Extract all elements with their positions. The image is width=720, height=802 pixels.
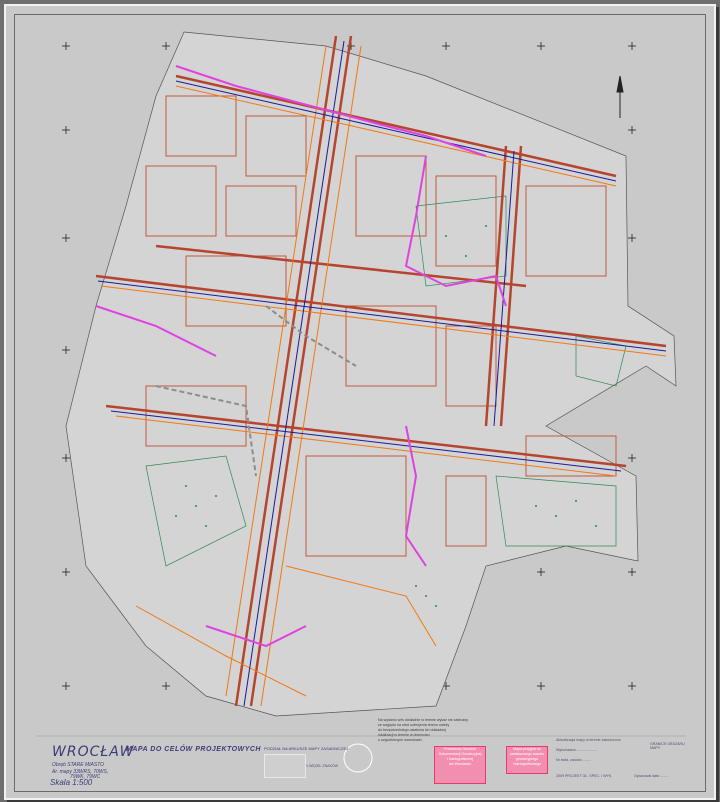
stamp-left-line: we Wrocławiu xyxy=(448,762,472,766)
resource-number: Nr ewid. zasobu ........ xyxy=(556,758,591,762)
title-block: WROCŁAW Obręb STARE MIASTO Ar. mapy 33WR… xyxy=(36,734,686,788)
map-area xyxy=(65,31,677,717)
index-label: PODZIAŁ NA ARKUSZE MAPY ZASADNICZEJ xyxy=(264,746,349,751)
index-grid-label: 1 WĘZEŁ ZNAKÓW xyxy=(306,764,339,768)
map-drawing xyxy=(36,31,686,773)
city-name: WROCŁAW xyxy=(52,744,135,760)
north-arrow-icon xyxy=(616,75,624,118)
project-line: 2009 PROJEKT GŁ. SPEC. / WYK. xyxy=(556,774,613,778)
contractor-line: Wykonawca: .................... xyxy=(556,748,598,752)
note-line: o uzgodnionych warunkach. xyxy=(378,738,423,742)
map-title: MAPA DO CELÓW PROJEKTOWYCH xyxy=(126,746,261,753)
prepared-by: Opracował data ........ xyxy=(634,774,669,778)
sheet-index-grid xyxy=(264,754,306,778)
stamp-left: Powiatowy Ośrodek Dokumentacji Geodezyjn… xyxy=(434,746,486,784)
survey-note: Aktualizacja mapy w terenie zakończono xyxy=(556,738,621,742)
scale-label: Skala 1:500 xyxy=(50,778,93,787)
stamp-right: Mapa przyjęta do państwowego zasobu geod… xyxy=(506,746,548,774)
map-note: Na wydaniu w/w dokładnie w terenie wykaz… xyxy=(378,718,468,743)
legend-text: GRANICE OBSZARU MAPY xyxy=(650,742,685,750)
stamp-right-line: i kartograficznego xyxy=(512,762,542,766)
map-sheet: WROCŁAW Obręb STARE MIASTO Ar. mapy 33WR… xyxy=(4,4,716,800)
district-name: Obręb STARE MIASTO xyxy=(52,762,105,768)
